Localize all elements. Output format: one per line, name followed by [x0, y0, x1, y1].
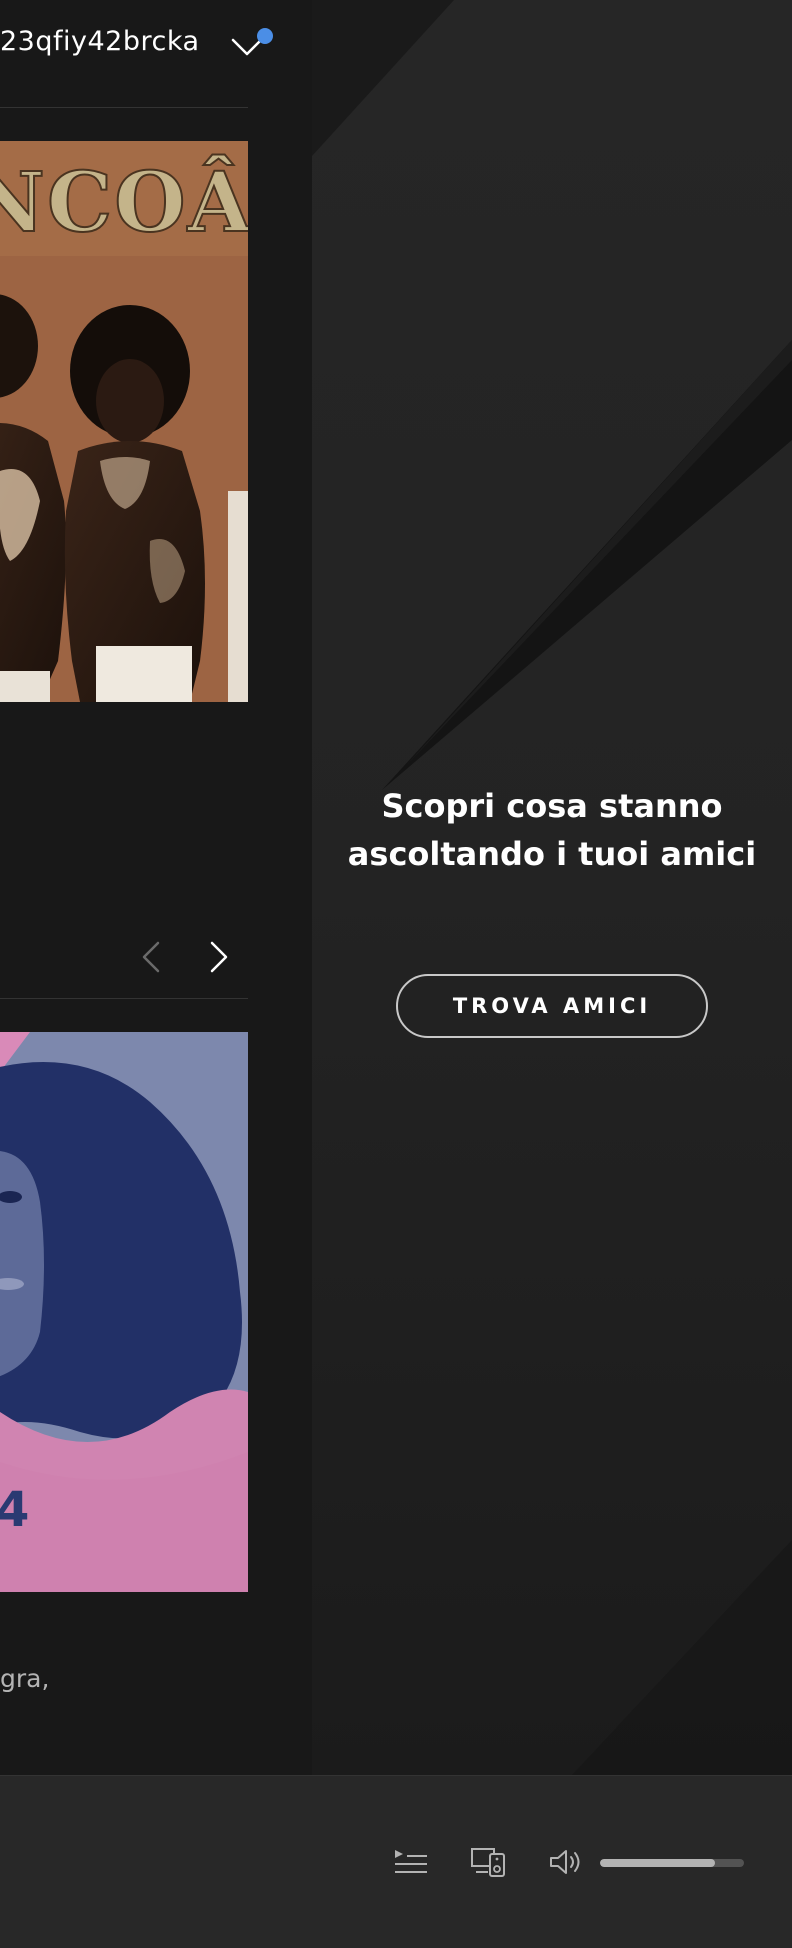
chevron-left-icon[interactable] — [138, 940, 164, 974]
playlist-art-illustration — [0, 1032, 248, 1592]
friend-activity-panel: Scopri cosa stanno ascoltando i tuoi ami… — [312, 0, 792, 1775]
friend-activity-background — [312, 0, 792, 1775]
divider — [0, 107, 248, 108]
chevron-right-icon[interactable] — [206, 940, 232, 974]
player-bar — [0, 1775, 792, 1948]
find-friends-button[interactable]: TROVA AMICI — [396, 974, 708, 1038]
devices-icon[interactable] — [470, 1846, 506, 1878]
headline-line-2: ascoltando i tuoi amici — [347, 835, 757, 873]
divider — [0, 998, 248, 999]
notification-dot — [257, 28, 273, 44]
playlist-art[interactable]: 4 — [0, 1032, 248, 1592]
volume-slider[interactable] — [600, 1859, 744, 1867]
album-art-title: NCOÂS — [0, 154, 248, 252]
username[interactable]: 23qfiy42brcka — [0, 26, 200, 57]
headline-line-1: Scopri cosa stanno — [381, 787, 723, 825]
album-art[interactable]: NCOÂS — [0, 141, 248, 702]
volume-icon[interactable] — [548, 1846, 584, 1878]
volume-slider-fill — [600, 1859, 716, 1867]
playlist-description: gra, — [0, 1664, 50, 1693]
friend-activity-headline: Scopri cosa stanno ascoltando i tuoi ami… — [312, 782, 792, 878]
playlist-art-number: 4 — [0, 1482, 30, 1538]
queue-icon[interactable] — [393, 1846, 429, 1878]
main-content: 23qfiy42brcka NCOÂ 4 gra, — [0, 0, 312, 1775]
